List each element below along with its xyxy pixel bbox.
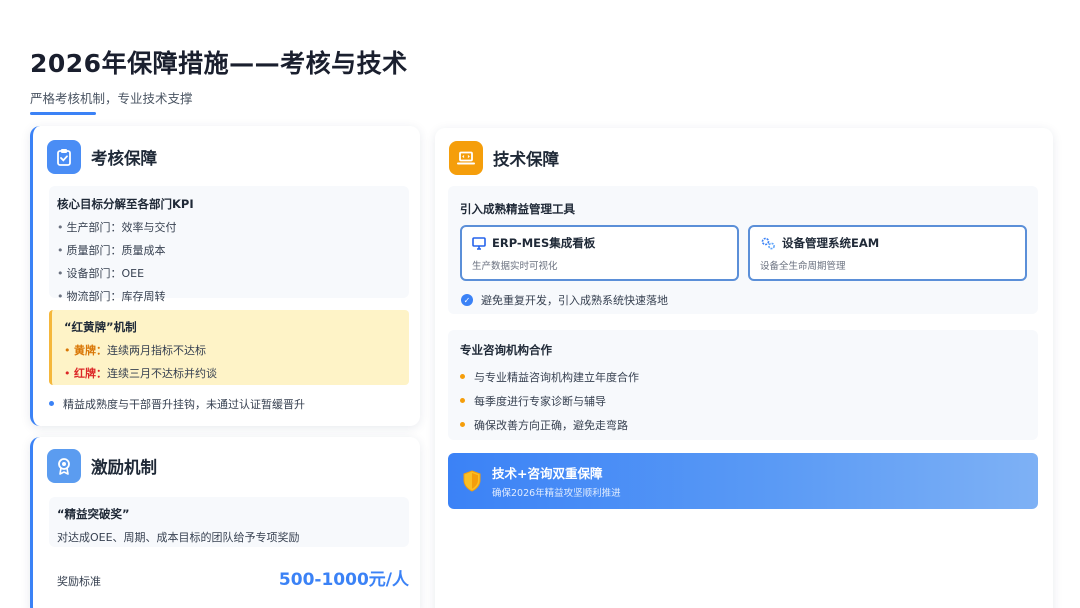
tool-name: 设备管理系统EAM bbox=[782, 236, 880, 250]
title-underline bbox=[30, 112, 96, 115]
list-item: 与专业精益咨询机构建立年度合作 bbox=[460, 369, 1026, 385]
award-desc: 对达成OEE、周期、成本目标的团队给予专项奖励 bbox=[57, 531, 300, 544]
tool-card-erp-mes[interactable]: ERP-MES集成看板 生产数据实时可视化 bbox=[460, 225, 739, 281]
page-title: 2026年保障措施——考核与技术 bbox=[30, 49, 408, 78]
tools-title: 引入成熟精益管理工具 bbox=[460, 202, 575, 216]
list-item: • 物流部门：库存周转 bbox=[57, 290, 166, 303]
clipboard-check-icon bbox=[47, 140, 81, 174]
reward-standard-label: 奖励标准 bbox=[57, 575, 101, 588]
consult-title: 专业咨询机构合作 bbox=[460, 343, 552, 357]
tools-note: ✓ 避免重复开发，引入成熟系统快速落地 bbox=[461, 292, 668, 308]
red-yellow-card-box: “红黄牌”机制 • 黄牌：连续两月指标不达标 • 红牌：连续三月不达标并约谈 bbox=[49, 310, 409, 385]
reward-standard-row: 奖励标准 500-1000元/人 bbox=[49, 565, 409, 590]
list-item: • 设备部门：OEE bbox=[57, 267, 145, 280]
banner-subtitle: 确保2026年精益攻坚顺利推进 bbox=[492, 488, 621, 499]
promotion-note: 精益成熟度与干部晋升挂钩，未通过认证暂缓晋升 bbox=[49, 396, 305, 412]
banner-title: 技术+咨询双重保障 bbox=[492, 466, 603, 481]
list-item: • 生产部门：效率与交付 bbox=[57, 221, 177, 234]
yellow-card-rule: • 黄牌：连续两月指标不达标 bbox=[64, 344, 206, 357]
monitor-icon bbox=[472, 236, 486, 250]
list-item: 确保改善方向正确，避免走弯路 bbox=[460, 417, 1026, 433]
red-card-rule: • 红牌：连续三月不达标并约谈 bbox=[64, 367, 217, 380]
award-ribbon-icon bbox=[47, 449, 81, 483]
assessment-title: 考核保障 bbox=[91, 149, 157, 168]
list-item: • 质量部门：质量成本 bbox=[57, 244, 166, 257]
tool-card-eam[interactable]: 设备管理系统EAM 设备全生命周期管理 bbox=[748, 225, 1027, 281]
award-box: “精益突破奖” 对达成OEE、周期、成本目标的团队给予专项奖励 bbox=[49, 497, 409, 547]
laptop-icon bbox=[449, 141, 483, 175]
incentive-card: 激励机制 “精益突破奖” 对达成OEE、周期、成本目标的团队给予专项奖励 奖励标… bbox=[30, 437, 420, 608]
tech-title: 技术保障 bbox=[493, 150, 559, 169]
page-subtitle: 严格考核机制，专业技术支撑 bbox=[30, 91, 193, 106]
card-mechanism-title: “红黄牌”机制 bbox=[64, 320, 137, 334]
tools-box: 引入成熟精益管理工具 ERP-MES集成看板 生产数据实时可视化 设备管理系统E… bbox=[448, 186, 1038, 314]
kpi-title: 核心目标分解至各部门KPI bbox=[57, 197, 194, 211]
incentive-header: 激励机制 bbox=[47, 449, 157, 483]
tech-card: 技术保障 引入成熟精益管理工具 ERP-MES集成看板 生产数据实时可视化 设备… bbox=[435, 128, 1053, 608]
consult-box: 专业咨询机构合作 与专业精益咨询机构建立年度合作 每季度进行专家诊断与辅导 确保… bbox=[448, 330, 1038, 440]
guarantee-banner: 技术+咨询双重保障 确保2026年精益攻坚顺利推进 bbox=[448, 453, 1038, 509]
gears-icon bbox=[760, 236, 776, 250]
assessment-header: 考核保障 bbox=[47, 140, 157, 174]
bullet-dot bbox=[49, 400, 54, 406]
award-name: “精益突破奖” bbox=[57, 507, 130, 521]
kpi-box: 核心目标分解至各部门KPI • 生产部门：效率与交付 • 质量部门：质量成本 • 设备… bbox=[49, 186, 409, 303]
incentive-title: 激励机制 bbox=[91, 458, 157, 477]
list-item: 每季度进行专家诊断与辅导 bbox=[460, 393, 1026, 409]
tech-header: 技术保障 bbox=[449, 141, 559, 175]
tool-desc: 生产数据实时可视化 bbox=[472, 261, 558, 272]
reward-standard-value: 500-1000元/人 bbox=[278, 570, 409, 590]
tool-name: ERP-MES集成看板 bbox=[492, 236, 596, 250]
shield-icon bbox=[462, 470, 482, 492]
tool-desc: 设备全生命周期管理 bbox=[760, 261, 846, 272]
check-circle-icon: ✓ bbox=[461, 294, 473, 306]
assessment-card: 考核保障 核心目标分解至各部门KPI • 生产部门：效率与交付 • 质量部门：质量成… bbox=[30, 126, 420, 426]
